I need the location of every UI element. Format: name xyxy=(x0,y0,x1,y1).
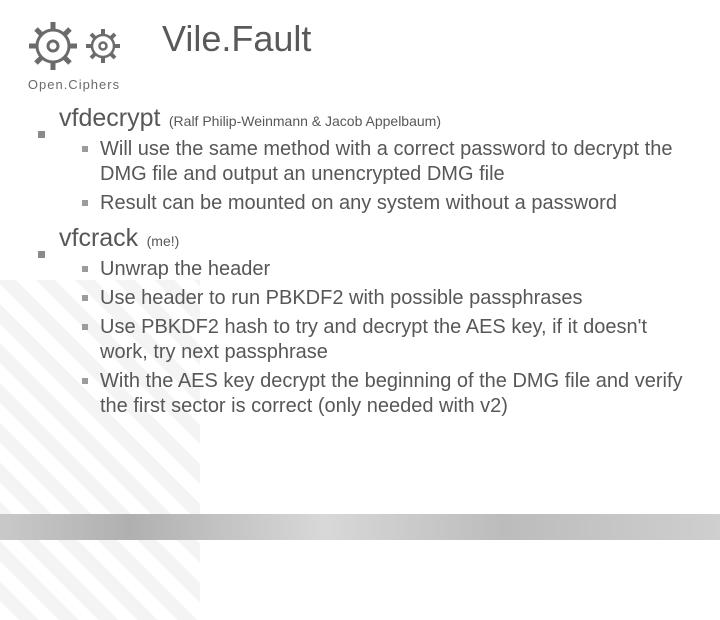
square-bullet-icon xyxy=(38,251,45,258)
list-item-text: Use header to run PBKDF2 with possible p… xyxy=(100,286,700,311)
list-item: Will use the same method with a correct … xyxy=(38,137,700,187)
square-bullet-icon xyxy=(82,378,88,384)
section-subheading-text: (Ralf Philip-Weinmann & Jacob Appelbaum) xyxy=(169,113,441,129)
slide-title: Vile.Fault xyxy=(162,18,311,60)
section-subheading-text: (me!) xyxy=(147,233,180,249)
list-item-text: Unwrap the header xyxy=(100,257,700,282)
square-bullet-icon xyxy=(82,295,88,301)
logo-text: Open.Ciphers xyxy=(14,77,134,92)
list-item-text: Use PBKDF2 hash to try and decrypt the A… xyxy=(100,315,700,365)
square-bullet-icon xyxy=(82,200,88,206)
list-item-text: Will use the same method with a correct … xyxy=(100,137,700,187)
list-item-text: With the AES key decrypt the beginning o… xyxy=(100,369,700,419)
list-item: Use header to run PBKDF2 with possible p… xyxy=(38,286,700,311)
logo: Open.Ciphers xyxy=(14,18,134,92)
list-item: Use PBKDF2 hash to try and decrypt the A… xyxy=(38,315,700,365)
list-item-text: Result can be mounted on any system with… xyxy=(100,191,700,216)
gear-large-icon xyxy=(25,18,81,74)
square-bullet-icon xyxy=(38,131,45,138)
gear-small-icon xyxy=(83,26,123,66)
square-bullet-icon xyxy=(82,146,88,152)
square-bullet-icon xyxy=(82,324,88,330)
section-heading-text: vfdecrypt xyxy=(59,104,160,132)
section-heading-vfcrack: vfcrack (me!) xyxy=(38,224,700,253)
list-item: With the AES key decrypt the beginning o… xyxy=(38,369,700,419)
logo-gears xyxy=(14,18,134,74)
list-item: Result can be mounted on any system with… xyxy=(38,191,700,216)
slide-content: vfdecrypt (Ralf Philip-Weinmann & Jacob … xyxy=(38,102,700,419)
list-item: Unwrap the header xyxy=(38,257,700,282)
footer-band xyxy=(0,514,720,540)
section-heading-vfdecrypt: vfdecrypt (Ralf Philip-Weinmann & Jacob … xyxy=(38,104,700,133)
square-bullet-icon xyxy=(82,266,88,272)
section-heading-text: vfcrack xyxy=(59,224,138,252)
